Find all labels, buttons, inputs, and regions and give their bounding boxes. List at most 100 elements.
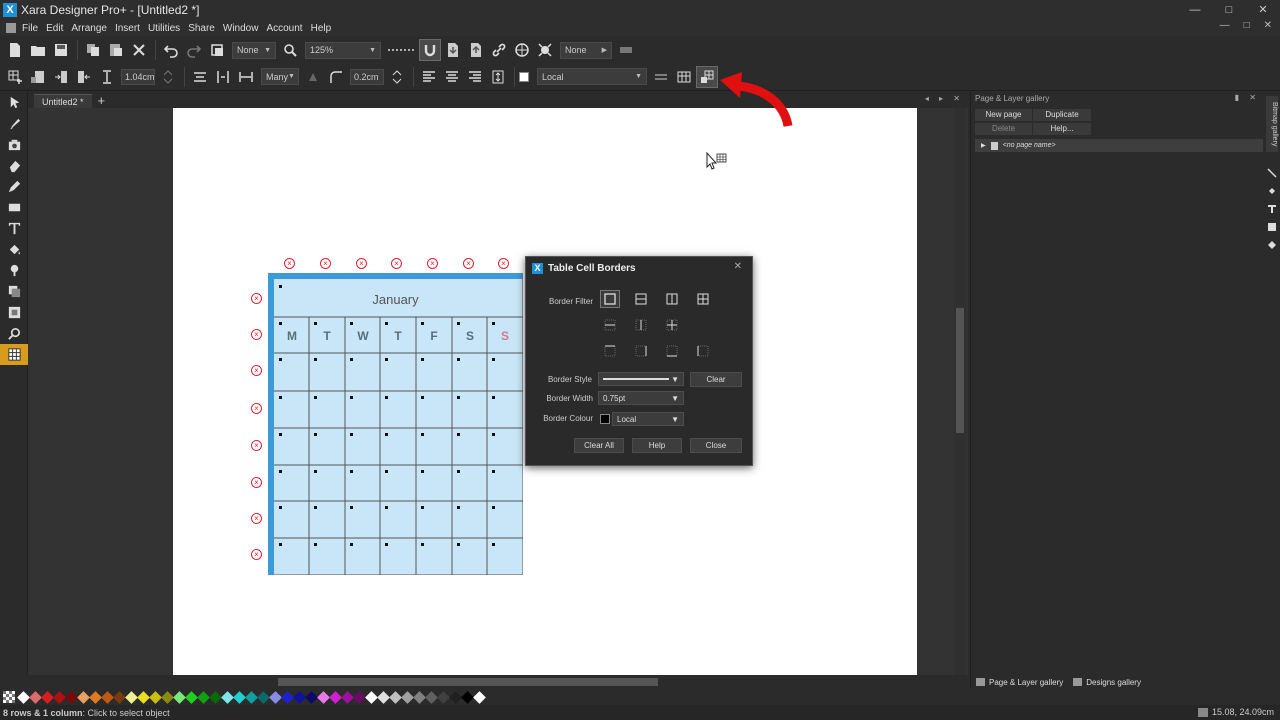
day-tuesday[interactable]: T bbox=[309, 329, 345, 343]
copy-button[interactable] bbox=[82, 39, 104, 61]
export-button[interactable] bbox=[465, 39, 487, 61]
tab-page-layer-gallery[interactable]: Page & Layer gallery bbox=[971, 675, 1068, 689]
row-height-icon-button[interactable] bbox=[96, 66, 118, 88]
maximize-button[interactable]: □ bbox=[1212, 0, 1246, 20]
open-button[interactable] bbox=[27, 39, 49, 61]
dialog-close-button[interactable]: Close bbox=[690, 438, 742, 453]
corner-radius-button[interactable] bbox=[325, 66, 347, 88]
pen-tool[interactable] bbox=[0, 176, 28, 197]
effects-gallery-icon[interactable] bbox=[1267, 222, 1277, 232]
corner-spin-button[interactable] bbox=[386, 66, 408, 88]
close-button[interactable]: ✕ bbox=[1246, 0, 1280, 20]
text-tool[interactable] bbox=[0, 218, 28, 239]
fill-tool[interactable] bbox=[0, 239, 28, 260]
day-thursday[interactable]: T bbox=[380, 329, 416, 343]
clear-all-button[interactable]: Clear All bbox=[574, 438, 624, 453]
menu-window[interactable]: Window bbox=[223, 23, 259, 34]
document-menu-icon[interactable] bbox=[6, 23, 16, 33]
table-format-button[interactable] bbox=[27, 66, 49, 88]
line-gallery-icon[interactable] bbox=[1267, 168, 1277, 178]
snap-combo[interactable]: None ▶ bbox=[560, 41, 612, 59]
border-inner-all-button[interactable] bbox=[662, 316, 682, 334]
row-lines-button[interactable] bbox=[650, 66, 672, 88]
day-wednesday[interactable]: W bbox=[345, 329, 381, 343]
outline-button[interactable] bbox=[302, 66, 324, 88]
delete-page-button[interactable]: Delete bbox=[975, 123, 1032, 135]
column-delete-handle[interactable]: × bbox=[284, 258, 295, 269]
publish-button[interactable] bbox=[534, 39, 556, 61]
menu-arrange[interactable]: Arrange bbox=[71, 23, 107, 34]
menu-help[interactable]: Help bbox=[311, 23, 332, 34]
border-colour-swatch[interactable] bbox=[600, 414, 610, 424]
menu-edit[interactable]: Edit bbox=[46, 23, 63, 34]
border-left-button[interactable] bbox=[693, 342, 713, 360]
day-sunday[interactable]: S bbox=[487, 329, 523, 343]
tab-navigation[interactable]: ◂ ▸ ✕ bbox=[925, 94, 964, 103]
width-lock-button[interactable] bbox=[157, 66, 179, 88]
doc-close-button[interactable]: ✕ bbox=[1264, 20, 1272, 31]
undo-button[interactable] bbox=[160, 39, 182, 61]
table-cell-borders-button[interactable] bbox=[696, 65, 718, 88]
column-delete-handle[interactable]: × bbox=[498, 258, 509, 269]
shadow-tool[interactable] bbox=[0, 281, 28, 302]
horizontal-scroll-thumb[interactable] bbox=[278, 678, 658, 686]
zoom-tool-button[interactable] bbox=[279, 39, 301, 61]
save-button[interactable] bbox=[50, 39, 72, 61]
gallery-help-button[interactable]: Help... bbox=[1033, 123, 1091, 135]
row-delete-handle[interactable]: × bbox=[251, 403, 262, 414]
calendar-table[interactable]: January M T W T F S S bbox=[268, 273, 523, 575]
dialog-title-bar[interactable]: X Table Cell Borders bbox=[526, 257, 752, 279]
eraser-tool[interactable] bbox=[0, 155, 28, 176]
cell-width-field[interactable]: 1.04cm bbox=[121, 68, 155, 85]
border-inner-vertical-button[interactable] bbox=[631, 316, 651, 334]
help-button[interactable]: Help bbox=[632, 438, 682, 453]
spacing-icon-button[interactable] bbox=[235, 66, 257, 88]
spacing-combo[interactable]: Many ▼ bbox=[261, 68, 299, 85]
clear-button[interactable]: Clear bbox=[690, 372, 742, 387]
duplicate-button[interactable]: Duplicate bbox=[1033, 109, 1091, 121]
row-delete-handle[interactable]: × bbox=[251, 477, 262, 488]
align-center-button[interactable] bbox=[441, 66, 463, 88]
corner-radius-field[interactable]: 0.2cm bbox=[350, 68, 384, 85]
row-delete-handle[interactable]: × bbox=[251, 513, 262, 524]
zoom-tool[interactable] bbox=[0, 323, 28, 344]
align-right-button[interactable] bbox=[464, 66, 486, 88]
menu-account[interactable]: Account bbox=[266, 23, 302, 34]
fill-gallery-icon[interactable] bbox=[1267, 186, 1277, 196]
row-delete-handle[interactable]: × bbox=[251, 440, 262, 451]
toggle-panel-button[interactable] bbox=[615, 39, 637, 61]
name-gallery-icon[interactable] bbox=[1267, 240, 1277, 250]
vertical-scroll-thumb[interactable] bbox=[956, 308, 964, 433]
table-tool[interactable] bbox=[0, 344, 28, 365]
border-bottom-button[interactable] bbox=[662, 342, 682, 360]
border-horizontal-all-button[interactable] bbox=[631, 290, 651, 308]
calendar-month-title[interactable]: January bbox=[268, 292, 523, 307]
selector-tool[interactable] bbox=[0, 92, 28, 113]
day-saturday[interactable]: S bbox=[452, 329, 488, 343]
border-right-button[interactable] bbox=[631, 342, 651, 360]
border-inner-horizontal-button[interactable] bbox=[600, 316, 620, 334]
border-vertical-all-button[interactable] bbox=[662, 290, 682, 308]
minimize-button[interactable]: — bbox=[1178, 0, 1212, 20]
link-button[interactable] bbox=[488, 39, 510, 61]
menu-utilities[interactable]: Utilities bbox=[148, 23, 180, 34]
distribute-button-b[interactable] bbox=[212, 66, 234, 88]
add-tab-button[interactable]: + bbox=[98, 94, 106, 108]
fill-combo[interactable]: Local ▼ bbox=[537, 68, 647, 85]
gallery-tools[interactable]: ▮ ✕ bbox=[1235, 93, 1260, 102]
bitmap-gallery-tab[interactable]: Bitmap gallery bbox=[1266, 96, 1278, 152]
paste-button[interactable] bbox=[105, 39, 127, 61]
distribute-button-a[interactable] bbox=[189, 66, 211, 88]
border-width-combo[interactable]: 0.75pt ▼ bbox=[598, 391, 684, 405]
column-delete-handle[interactable]: × bbox=[356, 258, 367, 269]
transparency-tool[interactable] bbox=[0, 260, 28, 281]
photo-tool[interactable] bbox=[0, 134, 28, 155]
color-swatch[interactable] bbox=[473, 690, 486, 704]
bevel-tool[interactable] bbox=[0, 302, 28, 323]
fill-color-swatch[interactable] bbox=[519, 71, 529, 82]
align-left-button[interactable] bbox=[418, 66, 440, 88]
snap-grid-button[interactable] bbox=[384, 39, 418, 61]
border-colour-combo[interactable]: Local ▼ bbox=[612, 412, 684, 426]
new-document-button[interactable] bbox=[4, 39, 26, 61]
page-row[interactable]: ▶ <no page name> bbox=[975, 139, 1263, 152]
